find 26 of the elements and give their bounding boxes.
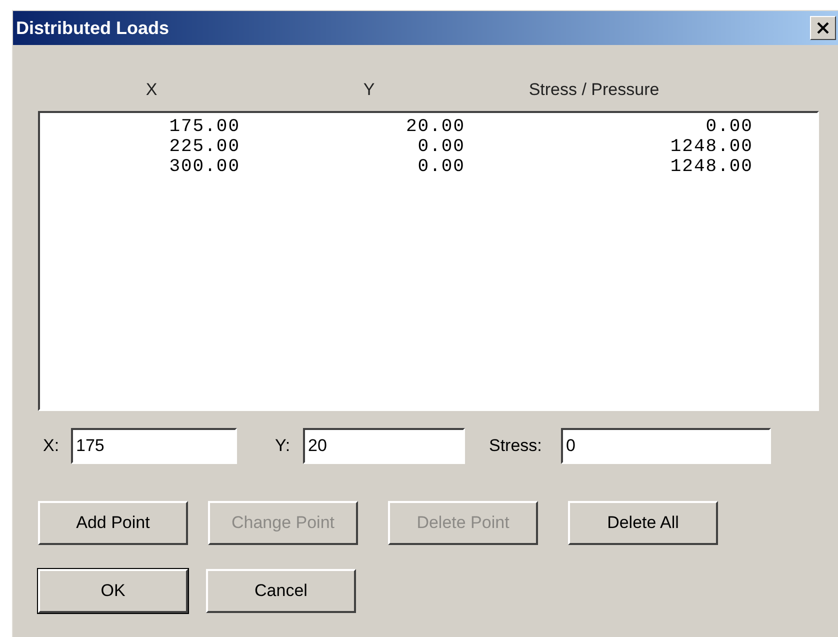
close-button[interactable] (810, 16, 836, 40)
dialog-button[interactable]: OK (38, 569, 188, 613)
points-list[interactable]: 175.00 20.00 0.00 225.00 0.00 1248.00 300.00 0.00 1248.00 (38, 111, 819, 411)
field-label: X: (43, 435, 60, 458)
close-icon (817, 22, 829, 34)
table-cell: 1248.00 (670, 137, 753, 157)
table-cell: 0.00 (418, 137, 465, 157)
field-label: Y: (275, 435, 292, 458)
dialog-button[interactable]: Cancel (206, 569, 356, 613)
table-cell: 1248.00 (670, 157, 753, 177)
action-button[interactable]: Add Point (38, 501, 188, 545)
input-field[interactable]: 0 (561, 428, 771, 464)
table-cell: 20.00 (406, 117, 465, 137)
action-button[interactable]: Delete All (568, 501, 718, 545)
table-cell: 0.00 (706, 117, 753, 137)
input-field[interactable]: 175 (71, 428, 237, 464)
input-field[interactable]: 20 (303, 428, 465, 464)
table-cell: 175.00 (169, 117, 240, 137)
table-cell: 0.00 (418, 157, 465, 177)
column-header: X (146, 79, 158, 101)
column-header: Stress / Pressure (528, 79, 660, 101)
table-cell: 300.00 (169, 157, 240, 177)
column-header: Y (363, 79, 375, 101)
field-label: Stress: (489, 435, 543, 458)
window-title: Distributed Loads (16, 16, 170, 40)
table-cell: 225.00 (169, 137, 240, 157)
